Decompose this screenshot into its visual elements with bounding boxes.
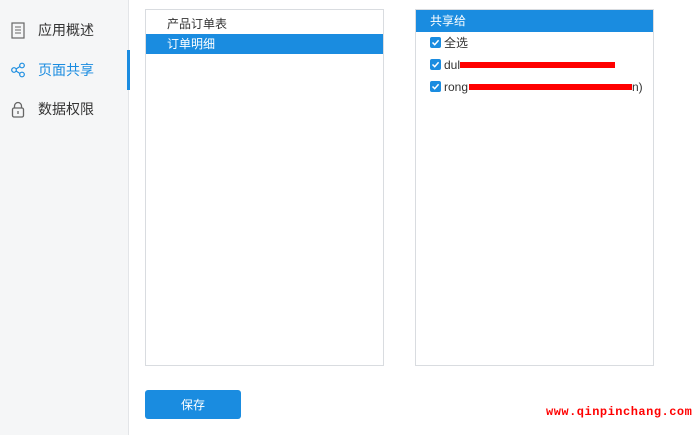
active-indicator — [127, 50, 130, 90]
select-all-label: 全选 — [444, 36, 469, 50]
user-row[interactable]: rong n) — [416, 76, 653, 98]
sidebar-item-label: 数据权限 — [38, 101, 94, 117]
sidebar-item-label: 页面共享 — [38, 62, 94, 78]
page-list-panel: 产品订单表 订单明细 — [145, 9, 384, 366]
page-item-order-detail[interactable]: 订单明细 — [146, 34, 383, 54]
share-header: 共享给 — [416, 10, 653, 32]
sidebar-item-page-share[interactable]: 页面共享 — [0, 50, 130, 90]
save-button[interactable]: 保存 — [145, 390, 241, 419]
user-name-start: rong — [444, 80, 469, 94]
user-checkbox[interactable] — [430, 81, 441, 92]
share-panel: 共享给 全选 dul rong n) — [415, 9, 654, 366]
select-all-row[interactable]: 全选 — [416, 32, 653, 54]
select-all-checkbox[interactable] — [430, 37, 441, 48]
sidebar-item-label: 应用概述 — [38, 22, 94, 38]
watermark: www.qinpinchang.com — [546, 405, 693, 419]
redaction-bar — [469, 84, 632, 90]
sidebar-item-data-permission[interactable]: 数据权限 — [0, 89, 129, 129]
user-name-end: n) — [632, 80, 643, 94]
page-item-product-order[interactable]: 产品订单表 — [146, 14, 383, 34]
user-name-start: dul — [444, 58, 461, 72]
sidebar: 应用概述 页面共享 数据权限 — [0, 0, 130, 435]
user-checkbox[interactable] — [430, 59, 441, 70]
user-row[interactable]: dul — [416, 54, 653, 76]
lock-icon — [10, 100, 26, 118]
document-icon — [10, 21, 26, 39]
sidebar-item-app-overview[interactable]: 应用概述 — [0, 10, 129, 50]
redaction-bar — [460, 62, 615, 68]
share-icon — [10, 61, 26, 79]
